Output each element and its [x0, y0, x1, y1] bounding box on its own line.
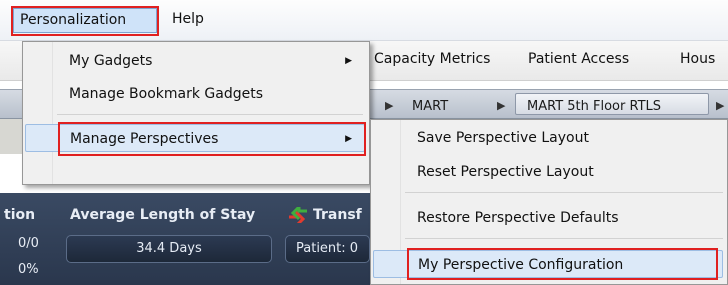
breadcrumb-arrow-icon: ▶	[497, 99, 506, 112]
submenu-arrow-icon: ▶	[345, 56, 352, 66]
menu-icon-gutter	[23, 42, 53, 184]
menu-item-label: Save Perspective Layout	[417, 130, 589, 146]
menu-separator	[405, 238, 723, 239]
menu-item-my-perspective-configuration[interactable]: My Perspective Configuration	[373, 250, 723, 278]
metric-transfers-value: Patient: 0	[285, 235, 370, 263]
menu-item-restore-perspective-defaults[interactable]: Restore Perspective Defaults	[417, 204, 717, 232]
menu-item-label: My Perspective Configuration	[418, 257, 624, 273]
menu-item-label: Manage Bookmark Gadgets	[69, 86, 264, 102]
menu-item-manage-bookmark-gadgets[interactable]: Manage Bookmark Gadgets	[69, 80, 364, 108]
submenu-arrow-icon: ▶	[345, 134, 352, 144]
breadcrumb-item-mart[interactable]: MART	[412, 99, 448, 114]
dashboard-left-label: tion	[4, 207, 36, 223]
menu-item-my-gadgets[interactable]: My Gadgets ▶	[69, 47, 364, 75]
menu-help[interactable]: Help	[167, 9, 209, 31]
personalization-menu: My Gadgets ▶ Manage Bookmark Gadgets Man…	[22, 41, 370, 185]
breadcrumb-arrow-icon: ▶	[716, 99, 725, 112]
breadcrumb-item-mart-5th-floor[interactable]: MART 5th Floor RTLS	[527, 99, 661, 114]
menu-item-save-perspective-layout[interactable]: Save Perspective Layout	[417, 124, 717, 152]
breadcrumb-arrow-icon: ▶	[385, 99, 394, 112]
transfer-icon	[289, 207, 307, 223]
dashboard-left-value: 0/0	[18, 236, 39, 251]
menu-personalization[interactable]: Personalization	[13, 8, 157, 33]
menu-item-label: Reset Perspective Layout	[417, 164, 594, 180]
menu-separator	[57, 114, 363, 115]
metric-average-length-of-stay-value: 34.4 Days	[66, 235, 272, 263]
dashboard-left-percent: 0%	[18, 262, 39, 277]
menu-item-label: Manage Perspectives	[70, 131, 219, 147]
menu-item-reset-perspective-layout[interactable]: Reset Perspective Layout	[417, 158, 717, 186]
metric-average-length-of-stay-title: Average Length of Stay	[70, 207, 256, 223]
nav-item-capacity-metrics[interactable]: Capacity Metrics	[374, 51, 490, 67]
menu-item-manage-perspectives[interactable]: Manage Perspectives ▶	[25, 124, 365, 152]
menu-separator	[405, 192, 723, 193]
manage-perspectives-submenu: Save Perspective Layout Reset Perspectiv…	[370, 119, 728, 285]
nav-item-housekeeping[interactable]: Hous	[680, 51, 715, 67]
metric-transfers-title: Transf	[313, 207, 362, 223]
nav-item-patient-access[interactable]: Patient Access	[528, 51, 629, 67]
menu-item-label: My Gadgets	[69, 53, 153, 69]
menu-item-label: Restore Perspective Defaults	[417, 210, 619, 226]
